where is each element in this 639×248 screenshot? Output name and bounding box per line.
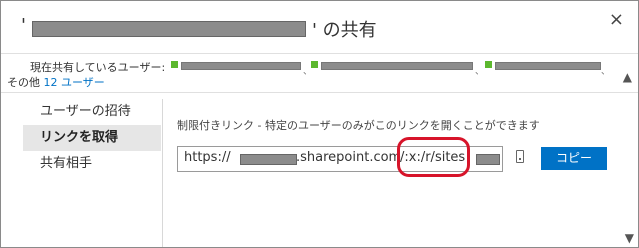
- link-scheme: https://: [184, 150, 231, 165]
- more-users-link[interactable]: 12 ユーザー: [44, 76, 105, 89]
- chip-separator: 、: [475, 67, 485, 77]
- shared-users-label: 現在共有しているユーザー:: [30, 61, 166, 74]
- redacted-file-name: [32, 21, 306, 37]
- nav-item-shared-with[interactable]: 共有相手: [23, 151, 161, 177]
- title-open-quote: ': [21, 15, 26, 36]
- highlight-annotation: [397, 137, 470, 177]
- redacted-site: [476, 154, 500, 165]
- share-nav: ユーザーの招待 リンクを取得 共有相手: [23, 99, 161, 177]
- presence-icon: [311, 61, 318, 68]
- nav-item-get-link[interactable]: リンクを取得: [23, 125, 161, 151]
- shared-users-bar: 現在共有しているユーザー: 、 、 、 その他 12 ユーザー ▲: [1, 53, 638, 93]
- title-suffix: ' の共有: [312, 20, 377, 41]
- nav-divider: [162, 99, 163, 247]
- presence-icon: [485, 61, 492, 68]
- redacted-user-name: [181, 62, 301, 70]
- shared-user-chip[interactable]: 、: [485, 61, 610, 77]
- shared-user-chip[interactable]: 、: [171, 61, 312, 77]
- redacted-user-name: [495, 62, 601, 70]
- dialog-title: ' ' の共有: [1, 15, 638, 45]
- redacted-tenant: [240, 154, 297, 165]
- more-users-label: その他 12 ユーザー: [7, 74, 105, 90]
- mobile-icon[interactable]: [516, 150, 524, 163]
- link-restriction-hint: 制限付きリンク - 特定のユーザーのみがこのリンクを開くことができます: [177, 119, 540, 132]
- close-icon[interactable]: ×: [609, 11, 624, 29]
- shared-user-chip[interactable]: 、: [311, 61, 484, 77]
- link-domain: .sharepoint.com: [296, 150, 402, 165]
- chip-separator: 、: [601, 67, 611, 77]
- more-users-prefix: その他: [7, 76, 40, 89]
- presence-icon: [171, 61, 178, 68]
- copy-button[interactable]: コピー: [541, 147, 607, 170]
- share-dialog: ' ' の共有 × 現在共有しているユーザー: 、 、 、 その他 12 ユーザ…: [0, 0, 639, 248]
- scroll-down-icon[interactable]: ▼: [625, 231, 634, 245]
- redacted-user-name: [321, 62, 473, 70]
- nav-item-invite[interactable]: ユーザーの招待: [23, 99, 161, 125]
- dialog-scrollbar[interactable]: ▼: [620, 63, 636, 247]
